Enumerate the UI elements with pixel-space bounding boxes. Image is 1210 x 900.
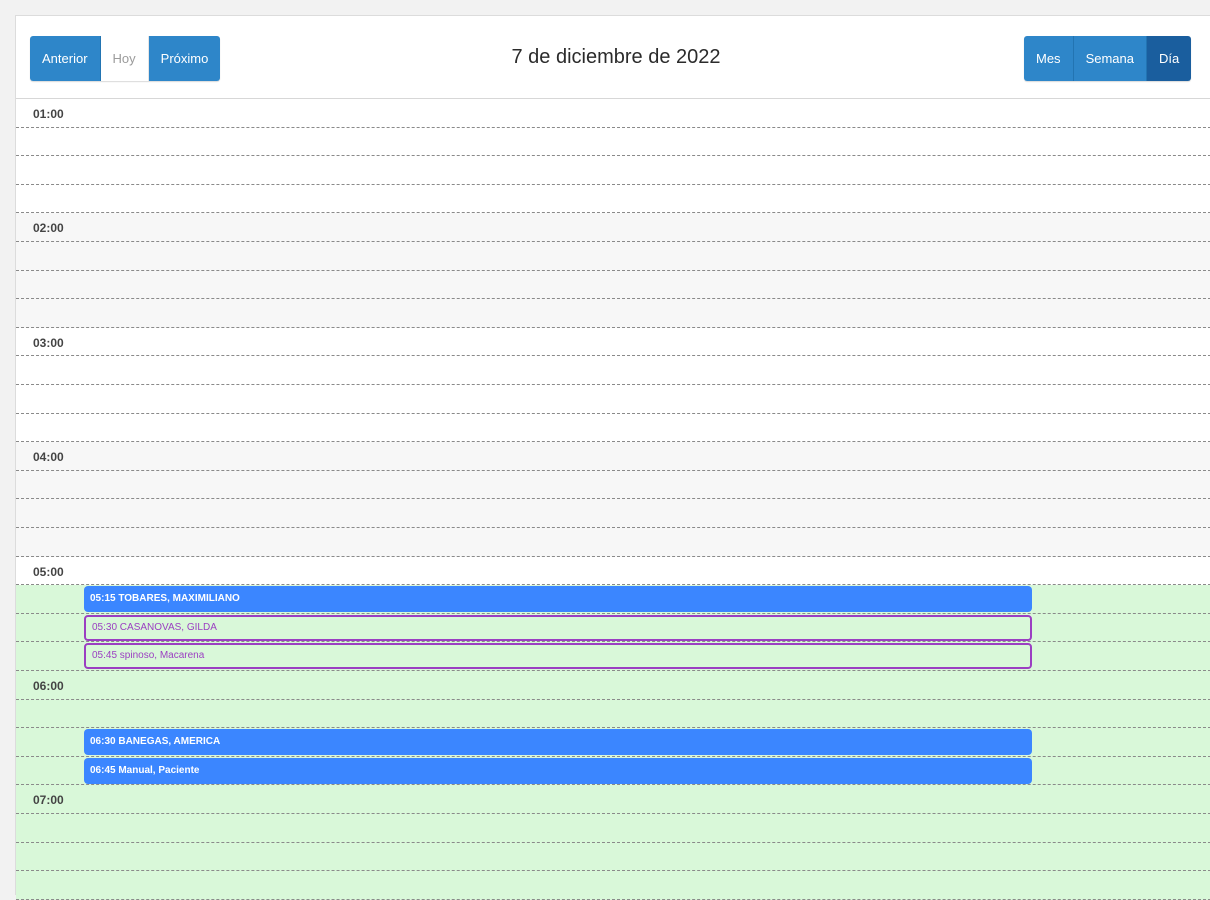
view-button-group: Mes Semana Día — [1024, 36, 1192, 81]
calendar-event[interactable]: 05:15 TOBARES, MAXIMILIANO — [84, 586, 1032, 613]
time-slot[interactable] — [16, 871, 1210, 900]
time-slot[interactable] — [16, 413, 1210, 443]
calendar-toolbar: Anterior Hoy Próximo 7 de diciembre de 2… — [16, 16, 1210, 98]
calendar-event[interactable]: 05:30 CASANOVAS, GILDA — [84, 614, 1032, 641]
time-slot[interactable]: 06:00 — [16, 671, 1210, 700]
day-view-button[interactable]: Día — [1146, 36, 1192, 81]
time-slot[interactable] — [16, 356, 1210, 385]
time-slot[interactable] — [16, 470, 1210, 500]
calendar-event[interactable]: 06:45 Manual, Paciente — [84, 757, 1032, 784]
hour-label: 01:00 — [33, 107, 64, 121]
time-slot[interactable]: 07:00 — [16, 785, 1210, 814]
hour-label: 07:00 — [33, 793, 64, 808]
time-slot[interactable] — [16, 814, 1210, 843]
time-slot[interactable] — [16, 127, 1210, 157]
month-view-button[interactable]: Mes — [1024, 36, 1074, 81]
day-time-grid: 01:00 02:00 03:00 04:00 05:00 06:00 07:00 05:15… — [16, 98, 1210, 900]
week-view-button[interactable]: Semana — [1073, 36, 1147, 81]
time-slot[interactable] — [16, 699, 1210, 729]
calendar-event[interactable]: 06:30 BANEGAS, AMERICA — [84, 729, 1032, 756]
time-slot[interactable] — [16, 242, 1210, 271]
hour-label: 02:00 — [33, 221, 64, 236]
hour-label: 04:00 — [33, 450, 64, 465]
time-slot[interactable] — [16, 270, 1210, 300]
time-slot[interactable] — [16, 385, 1210, 414]
time-slot[interactable] — [16, 299, 1210, 328]
hour-label: 05:00 — [33, 564, 64, 579]
time-slot[interactable]: 05:00 — [16, 556, 1210, 586]
time-slot[interactable]: 03:00 — [16, 327, 1210, 357]
time-slot[interactable] — [16, 528, 1210, 557]
time-slot[interactable]: 02:00 — [16, 213, 1210, 242]
hour-label: 03:00 — [33, 335, 64, 350]
calendar-event[interactable]: 05:45 spinoso, Macarena — [84, 643, 1032, 670]
time-slot[interactable]: 01:00 — [16, 99, 1210, 128]
time-slot[interactable] — [16, 842, 1210, 872]
hour-label: 06:00 — [33, 679, 64, 693]
time-slot[interactable] — [16, 184, 1210, 214]
calendar-card: Anterior Hoy Próximo 7 de diciembre de 2… — [15, 15, 1210, 900]
time-slot[interactable]: 04:00 — [16, 442, 1210, 471]
time-slot[interactable] — [16, 499, 1210, 528]
time-slot[interactable] — [16, 156, 1210, 185]
